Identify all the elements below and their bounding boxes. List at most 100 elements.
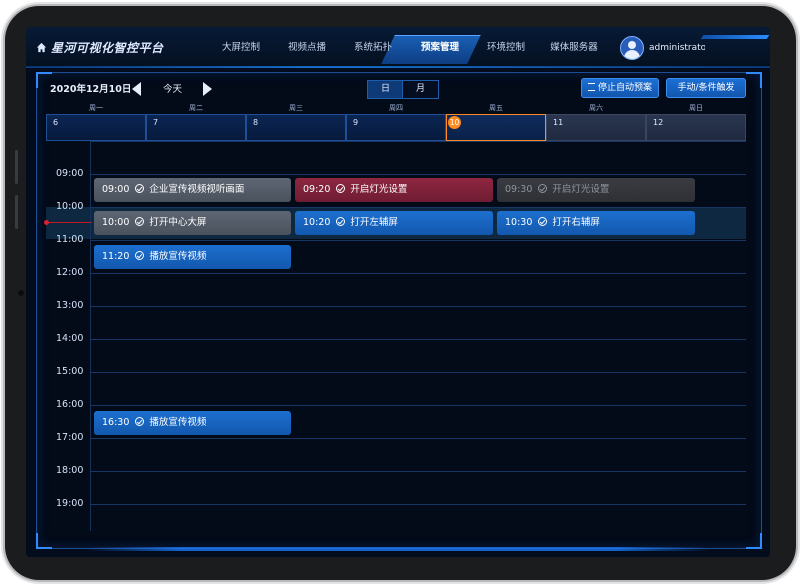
header-decoration: [700, 35, 770, 39]
app-screen: 星河可视化智控平台 大屏控制 视频点播 系统拓扑 预案管理 环境控制 媒体服务器…: [26, 27, 770, 557]
current-time-marker: [44, 220, 49, 225]
prev-day-arrow-icon[interactable]: [132, 82, 141, 96]
check-circle-icon: [538, 217, 548, 226]
nav-item-media-server[interactable]: 媒体服务器: [544, 37, 604, 59]
today-button[interactable]: 今天: [163, 83, 182, 97]
top-navigation-bar: 星河可视化智控平台 大屏控制 视频点播 系统拓扑 预案管理 环境控制 媒体服务器…: [26, 27, 770, 68]
weekday-label: 周三: [289, 104, 303, 112]
user-menu[interactable]: administrator: [620, 36, 705, 60]
view-month-toggle[interactable]: 月: [402, 80, 439, 99]
volume-down-button: [15, 195, 18, 229]
date-number: 11: [553, 118, 564, 127]
date-number: 9: [353, 118, 359, 127]
event-title: 播放宣传视频: [149, 417, 207, 428]
hour-line: [90, 306, 746, 307]
hour-label: 11:00: [56, 234, 84, 245]
stop-auto-plan-label: 停止自动预案: [597, 83, 652, 93]
check-circle-icon: [135, 251, 145, 260]
weekday-label: 周六: [589, 104, 603, 112]
manual-trigger-button[interactable]: 手动/条件触发: [666, 78, 746, 98]
check-circle-icon: [336, 184, 346, 193]
hour-label: 17:00: [56, 432, 84, 443]
hour-line: [90, 240, 746, 241]
date-cell[interactable]: 9: [346, 114, 446, 141]
nav-item-environment-control[interactable]: 环境控制: [481, 37, 531, 59]
event-time: 10:30: [505, 217, 533, 228]
nav-item-plan-management[interactable]: 预案管理: [414, 37, 466, 59]
event-card[interactable]: 09:00 企业宣传视频视听画面: [94, 178, 291, 202]
check-circle-icon: [135, 417, 145, 426]
current-time-line: [46, 222, 92, 223]
event-card[interactable]: 11:20 播放宣传视频: [94, 245, 291, 269]
date-number: 7: [153, 118, 159, 127]
date-cell-today[interactable]: 10: [446, 114, 546, 141]
hour-line: [90, 438, 746, 439]
event-title: 播放宣传视频: [149, 251, 207, 262]
day-timeline: 09:00 10:00 11:00 12:00 13:00 14:00 15:0…: [44, 141, 746, 531]
event-title: 打开右辅屏: [552, 217, 600, 228]
hour-label: 16:00: [56, 399, 84, 410]
event-title: 打开中心大屏: [149, 217, 207, 228]
nav-item-video-on-demand[interactable]: 视频点播: [282, 37, 332, 59]
hour-label: 10:00: [56, 201, 84, 212]
home-icon: [36, 42, 47, 52]
hour-label: 18:00: [56, 465, 84, 476]
stop-auto-plan-button[interactable]: 停止自动预案: [581, 78, 659, 98]
weekday-label: 周二: [189, 104, 203, 112]
date-cell[interactable]: 7: [146, 114, 246, 141]
hour-label: 14:00: [56, 333, 84, 344]
event-time: 10:20: [303, 217, 331, 228]
event-card[interactable]: 09:20 开启灯光设置: [295, 178, 493, 202]
hour-line: [90, 207, 746, 208]
event-title: 企业宣传视频视听画面: [149, 184, 245, 195]
user-avatar-icon: [620, 36, 644, 60]
date-number: 6: [53, 118, 59, 127]
event-title: 打开左辅屏: [350, 217, 398, 228]
app-title[interactable]: 星河可视化智控平台: [36, 39, 164, 55]
event-card[interactable]: 16:30 播放宣传视频: [94, 411, 291, 435]
hour-label: 19:00: [56, 498, 84, 509]
camera-dot: [18, 290, 24, 296]
event-card[interactable]: 10:30 打开右辅屏: [497, 211, 695, 235]
hour-line: [90, 339, 746, 340]
event-time: 11:20: [102, 251, 130, 262]
nav-item-screen-control[interactable]: 大屏控制: [216, 37, 266, 59]
event-time: 16:30: [102, 417, 130, 428]
hour-line: [90, 405, 746, 406]
check-circle-icon: [336, 217, 346, 226]
event-time: 09:00: [102, 184, 130, 195]
panel-corner: [36, 533, 52, 549]
date-cell[interactable]: 12: [646, 114, 746, 141]
hour-label: 15:00: [56, 366, 84, 377]
hour-line: [90, 471, 746, 472]
view-day-toggle[interactable]: 日: [367, 80, 404, 99]
hour-line: [90, 141, 746, 142]
check-circle-icon: [538, 184, 548, 193]
hour-line: [90, 504, 746, 505]
weekday-label: 周四: [389, 104, 403, 112]
weekday-label: 周五: [489, 104, 503, 112]
event-time: 09:20: [303, 184, 331, 195]
date-number-today: 10: [448, 116, 461, 129]
app-title-text: 星河可视化智控平台: [51, 40, 164, 55]
date-cell[interactable]: 8: [246, 114, 346, 141]
date-cell[interactable]: 6: [46, 114, 146, 141]
week-date-strip: 6 7 8 9 10 11 12: [46, 114, 746, 141]
next-day-arrow-icon[interactable]: [203, 82, 212, 96]
date-cell[interactable]: 11: [546, 114, 646, 141]
date-number: 8: [253, 118, 259, 127]
nav-item-system-topology[interactable]: 系统拓扑: [348, 37, 398, 59]
hour-label: 12:00: [56, 267, 84, 278]
event-card[interactable]: 09:30 开启灯光设置: [497, 178, 695, 202]
event-time: 09:30: [505, 184, 533, 195]
check-circle-icon: [135, 217, 145, 226]
hour-line: [90, 372, 746, 373]
weekday-label: 周日: [689, 104, 703, 112]
event-title: 开启灯光设置: [350, 184, 408, 195]
event-card[interactable]: 10:20 打开左辅屏: [295, 211, 493, 235]
menu-icon: [587, 82, 595, 91]
event-time: 10:00: [102, 217, 130, 228]
event-card[interactable]: 10:00 打开中心大屏: [94, 211, 291, 235]
timeline-axis: [90, 141, 91, 531]
volume-up-button: [15, 150, 18, 184]
